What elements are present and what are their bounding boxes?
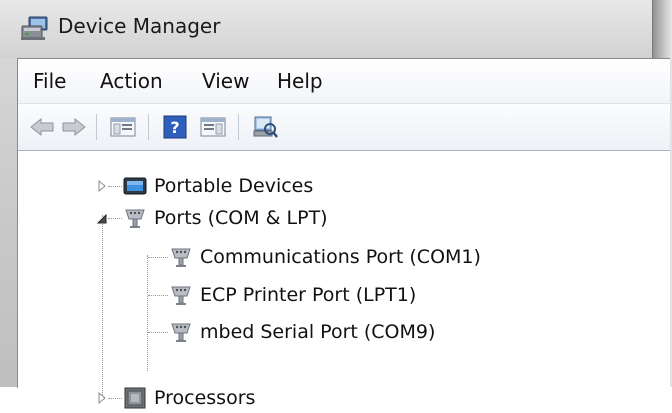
- show-hide-console-tree-icon: [110, 117, 136, 137]
- tree-connector: [102, 215, 103, 399]
- port-icon: [171, 323, 191, 342]
- help-button[interactable]: ?: [160, 113, 190, 141]
- title-bar[interactable]: Device Manager: [0, 0, 652, 58]
- tree-node-ports[interactable]: Ports (COM & LPT): [122, 203, 328, 233]
- menu-view[interactable]: View: [202, 69, 249, 93]
- device-manager-window: Device Manager File Action View Help ? P…: [0, 0, 670, 409]
- tree-connector: [108, 186, 122, 187]
- tree-node-label: Processors: [154, 387, 256, 409]
- client-area: File Action View Help ? Portable Devices…: [17, 58, 670, 409]
- forward-arrow-icon: [62, 117, 86, 137]
- menu-help[interactable]: Help: [277, 69, 323, 93]
- window-title: Device Manager: [58, 14, 221, 38]
- tree-connector: [108, 218, 122, 219]
- back-arrow-icon: [30, 117, 54, 137]
- tree-connector: [108, 398, 122, 399]
- processor-icon: [124, 387, 146, 409]
- tree-connector: [148, 332, 168, 333]
- device-manager-icon: [21, 16, 48, 40]
- tree-node-portable-devices[interactable]: Portable Devices: [122, 171, 313, 201]
- toolbar-separator: [148, 114, 149, 140]
- collapse-expander-icon[interactable]: [96, 392, 108, 404]
- help-icon: ?: [163, 115, 187, 139]
- tree-connector: [147, 255, 148, 371]
- svg-text:?: ?: [170, 118, 179, 137]
- back-button[interactable]: [28, 113, 56, 141]
- tree-node-processors[interactable]: Processors: [122, 383, 255, 413]
- tree-node-label: Portable Devices: [154, 175, 314, 197]
- forward-button[interactable]: [60, 113, 88, 141]
- scan-hardware-changes-button[interactable]: [250, 113, 280, 141]
- toolbar-separator: [238, 114, 239, 140]
- port-icon: [171, 286, 191, 305]
- toolbar-separator: [96, 114, 97, 140]
- expanded-expander-icon[interactable]: [96, 213, 108, 225]
- tree-node-label: mbed Serial Port (COM9): [200, 321, 436, 343]
- collapse-expander-icon[interactable]: [96, 180, 108, 192]
- menu-action[interactable]: Action: [100, 69, 163, 93]
- show-hide-action-pane-button[interactable]: [198, 113, 228, 141]
- device-tree: Portable Devices Ports (COM & LPT) Commu…: [18, 151, 670, 409]
- tree-node-communications-port[interactable]: Communications Port (COM1): [168, 242, 481, 272]
- portable-devices-icon: [123, 177, 147, 195]
- tree-connector: [148, 257, 168, 258]
- menu-file[interactable]: File: [33, 69, 66, 93]
- tree-node-ecp-printer-port[interactable]: ECP Printer Port (LPT1): [168, 280, 416, 310]
- show-hide-console-tree-button[interactable]: [108, 113, 138, 141]
- tree-node-label: Ports (COM & LPT): [154, 207, 328, 229]
- menu-bar: File Action View Help: [18, 59, 670, 104]
- port-icon: [171, 248, 191, 267]
- tree-connector: [148, 295, 168, 296]
- show-hide-action-pane-icon: [200, 117, 226, 137]
- scan-hardware-changes-icon: [253, 116, 278, 138]
- tree-node-mbed-serial-port[interactable]: mbed Serial Port (COM9): [168, 317, 435, 347]
- port-icon: [125, 209, 145, 228]
- tree-node-label: ECP Printer Port (LPT1): [200, 284, 417, 306]
- toolbar: ?: [18, 104, 670, 151]
- tree-node-label: Communications Port (COM1): [200, 246, 481, 268]
